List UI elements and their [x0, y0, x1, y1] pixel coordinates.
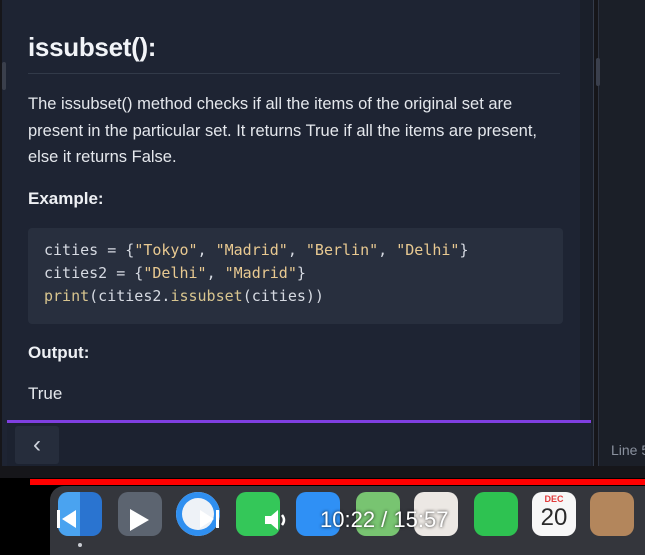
contacts-icon[interactable]: [590, 492, 634, 536]
output-label: Output:: [28, 343, 90, 362]
calendar-day: 20: [540, 504, 568, 531]
previous-button[interactable]: ‹: [15, 426, 59, 464]
code-text: cities = {"Tokyo", "Madrid", "Berlin", "…: [44, 241, 469, 305]
chevron-left-icon: ‹: [33, 431, 41, 458]
skip-back-icon[interactable]: [54, 506, 80, 532]
facetime-icon[interactable]: [474, 492, 518, 536]
skip-forward-icon[interactable]: [196, 506, 222, 532]
volume-icon[interactable]: [262, 506, 292, 534]
lesson-panel: issubset(): The issubset() method checks…: [2, 0, 594, 466]
right-resize-handle[interactable]: [596, 58, 600, 86]
progress-accent-line: [7, 420, 591, 423]
page-title: issubset():: [28, 32, 157, 62]
video-time: 10:22 / 15:57: [320, 507, 449, 532]
code-block[interactable]: cities = {"Tokyo", "Madrid", "Berlin", "…: [28, 228, 563, 324]
calendar-icon[interactable]: DEC 20: [532, 492, 576, 536]
editor-panel: Line 5: [596, 0, 645, 466]
heading-divider: [28, 73, 560, 74]
output-value: True: [28, 384, 63, 403]
scrollbar[interactable]: [580, 0, 593, 466]
method-description: The issubset() method checks if all the …: [28, 95, 537, 166]
lesson-nav-bar: ‹: [7, 420, 591, 466]
cursor-line-status: Line 5: [611, 442, 645, 458]
calendar-month: DEC: [544, 494, 564, 504]
running-indicator: [78, 543, 82, 547]
video-progress-bar[interactable]: [30, 479, 645, 485]
play-icon[interactable]: [124, 506, 152, 534]
article-content: issubset(): The issubset() method checks…: [2, 0, 580, 420]
example-label: Example:: [28, 189, 104, 208]
